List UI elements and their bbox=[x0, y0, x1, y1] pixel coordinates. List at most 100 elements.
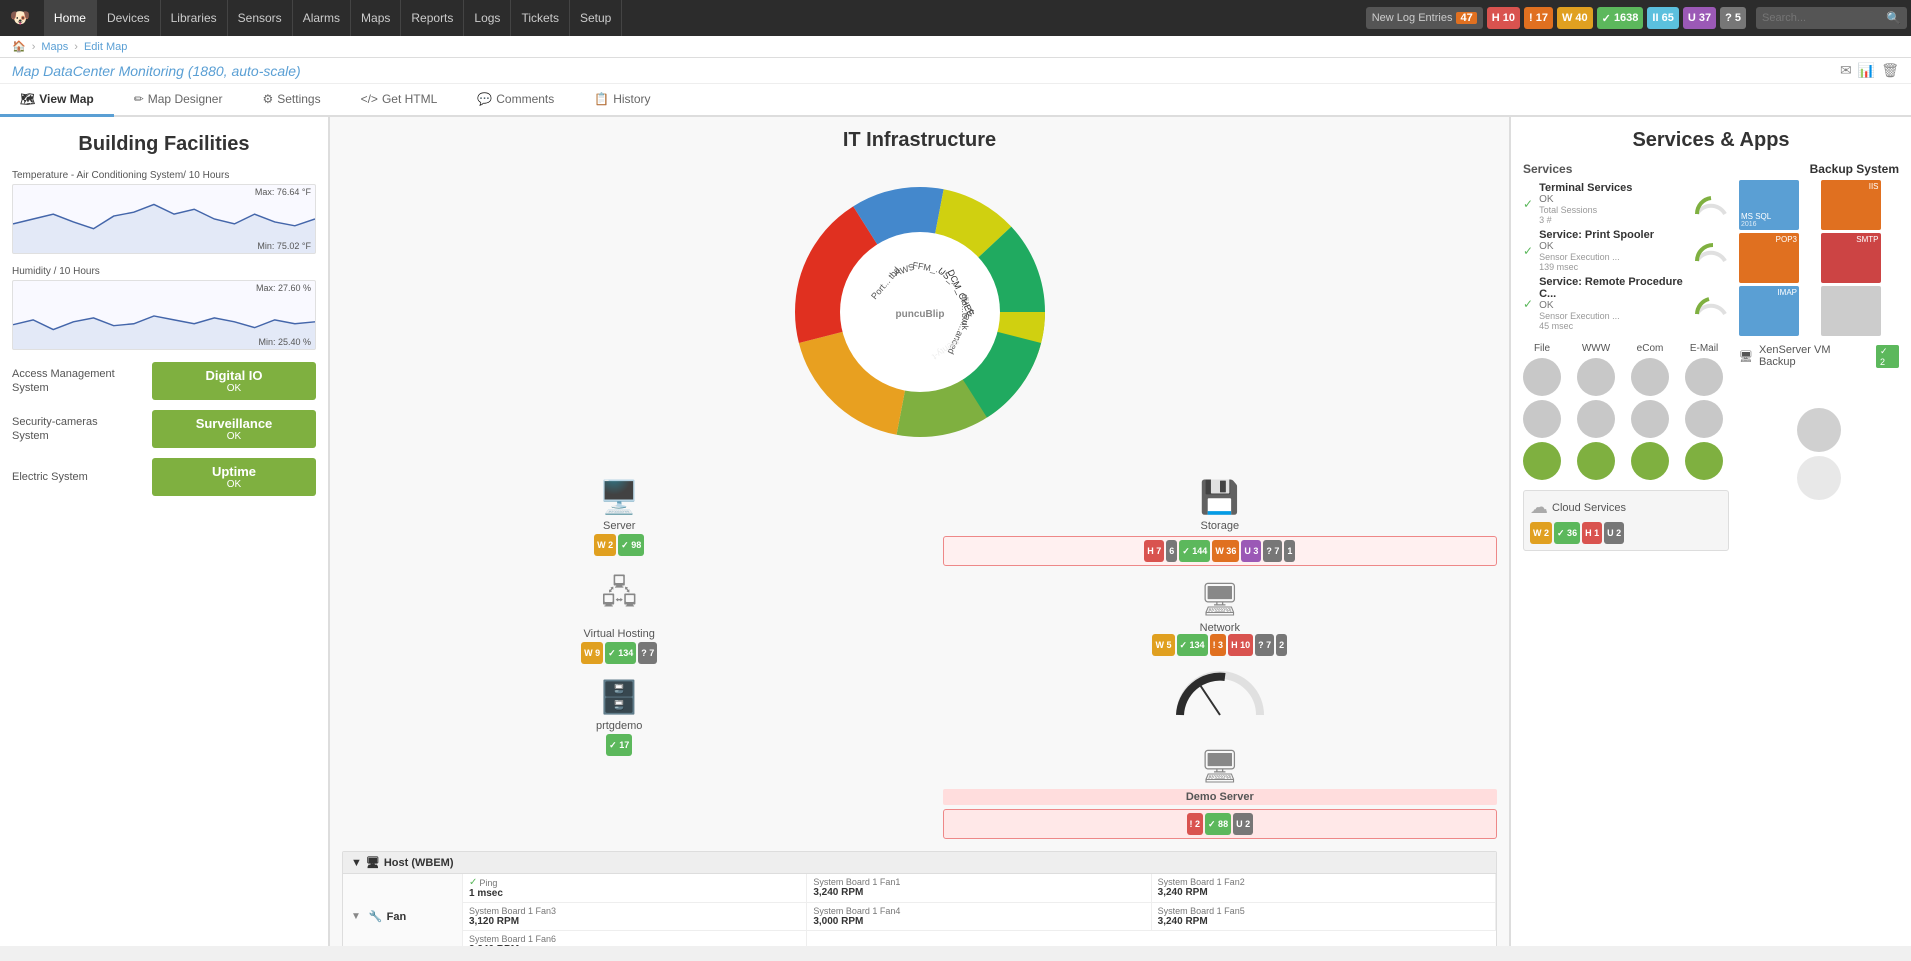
server-badge-w[interactable]: W 2 bbox=[594, 534, 616, 556]
nav-libraries[interactable]: Libraries bbox=[161, 0, 228, 36]
breadcrumb-edit-map[interactable]: Edit Map bbox=[84, 41, 127, 53]
facility-electric-btn[interactable]: Uptime OK bbox=[152, 458, 316, 496]
search-icon[interactable]: 🔍 bbox=[1886, 11, 1901, 25]
logo-icon: 🐶 bbox=[4, 8, 36, 28]
search-input[interactable] bbox=[1762, 12, 1882, 24]
server-badge-ok[interactable]: ✓ 98 bbox=[618, 534, 644, 556]
prtgdemo-badge-ok[interactable]: ✓ 17 bbox=[606, 734, 632, 756]
right-panel: Services & Apps Services ✓ Terminal Serv… bbox=[1511, 117, 1911, 946]
badge-w[interactable]: W 40 bbox=[1557, 7, 1593, 29]
host-collapse-icon[interactable]: ▼ bbox=[351, 857, 362, 869]
tab-map-designer[interactable]: ✏ Map Designer bbox=[114, 84, 243, 117]
tab-comments[interactable]: 💬 Comments bbox=[457, 84, 574, 117]
delete-icon[interactable]: 🗑 bbox=[1881, 62, 1899, 79]
email-extra-circles bbox=[1739, 408, 1899, 500]
badge-e[interactable]: ! 17 bbox=[1524, 7, 1553, 29]
tab-settings[interactable]: ⚙ Settings bbox=[242, 84, 340, 117]
vh-badge-w[interactable]: W 9 bbox=[581, 642, 603, 664]
nav-logs[interactable]: Logs bbox=[464, 0, 511, 36]
network-badges: W 5 ✓ 134 ! 3 H 10 ? 7 2 bbox=[943, 634, 1497, 656]
demo-badge-ok[interactable]: ✓ 88 bbox=[1205, 813, 1231, 835]
cloud-badge-u[interactable]: U 2 bbox=[1604, 522, 1624, 544]
email-icon[interactable]: ✉ bbox=[1840, 62, 1852, 79]
facility-access-btn[interactable]: Digital IO OK bbox=[152, 362, 316, 400]
nav-reports[interactable]: Reports bbox=[401, 0, 464, 36]
badge-p-count: 65 bbox=[1662, 12, 1674, 24]
nav-sensors[interactable]: Sensors bbox=[228, 0, 293, 36]
service-terminal-info: Terminal Services OK Total Sessions 3 # bbox=[1539, 182, 1687, 225]
vh-badge-q[interactable]: ? 7 bbox=[638, 642, 657, 664]
new-log-entries-label: New Log Entries bbox=[1372, 12, 1453, 24]
fan-cell-6: System Board 1 Fan6 3,240 RPM bbox=[463, 931, 807, 946]
facility-security-btn[interactable]: Surveillance OK bbox=[152, 410, 316, 448]
storage-badge-w[interactable]: W 36 bbox=[1212, 540, 1239, 562]
file-circle-2 bbox=[1523, 400, 1561, 438]
fan-cell-3: System Board 1 Fan3 3,120 RPM bbox=[463, 903, 807, 931]
storage-badge-1[interactable]: 1 bbox=[1284, 540, 1295, 562]
badge-w-icon: W bbox=[1562, 12, 1572, 24]
circles-email: E-Mail bbox=[1685, 343, 1723, 480]
tab-view-map[interactable]: 🗺 View Map bbox=[0, 84, 114, 117]
search-box[interactable]: 🔍 bbox=[1756, 7, 1907, 29]
nav-alarms[interactable]: Alarms bbox=[293, 0, 351, 36]
net-badge-ok[interactable]: ✓ 134 bbox=[1177, 634, 1208, 656]
fan-cell-2: System Board 1 Fan2 3,240 RPM bbox=[1152, 874, 1496, 903]
left-panel-title: Building Facilities bbox=[12, 133, 316, 156]
cloud-badge-ok[interactable]: ✓ 36 bbox=[1554, 522, 1580, 544]
net-badge-q[interactable]: ? 7 bbox=[1255, 634, 1274, 656]
host-header: ▼ 🖥 Host (WBEM) bbox=[343, 852, 1496, 874]
mssql-label: MS SQL bbox=[1741, 212, 1797, 221]
breadcrumb-maps[interactable]: Maps bbox=[41, 41, 68, 53]
nav-maps[interactable]: Maps bbox=[351, 0, 401, 36]
badge-ok[interactable]: ✓ 1638 bbox=[1597, 7, 1644, 29]
main-content: Building Facilities Temperature - Air Co… bbox=[0, 117, 1911, 946]
nav-tickets[interactable]: Tickets bbox=[511, 0, 570, 36]
fan-collapse[interactable]: ▼ bbox=[351, 911, 361, 922]
badge-ok-count: 1638 bbox=[1614, 12, 1638, 24]
home-icon[interactable]: 🏠 bbox=[12, 40, 26, 53]
net-badge-e[interactable]: ! 3 bbox=[1210, 634, 1227, 656]
humidity-chart-area: Max: 27.60 % Min: 25.40 % bbox=[12, 280, 316, 350]
block-iis: IIS bbox=[1821, 180, 1881, 230]
storage-badge-ok[interactable]: ✓ 144 bbox=[1179, 540, 1210, 562]
nav-devices[interactable]: Devices bbox=[97, 0, 161, 36]
circles-file: File bbox=[1523, 343, 1561, 480]
badge-q[interactable]: ? 5 bbox=[1720, 7, 1746, 29]
demo-badge-e[interactable]: ! 2 bbox=[1187, 813, 1204, 835]
badge-u-icon: U bbox=[1688, 12, 1696, 24]
badge-u[interactable]: U 37 bbox=[1683, 7, 1716, 29]
service-cols: File WWW eCom bbox=[1523, 343, 1729, 480]
demo-server-badges: ! 2 ✓ 88 U 2 bbox=[943, 809, 1497, 839]
nav-setup[interactable]: Setup bbox=[570, 0, 622, 36]
vh-badge-ok[interactable]: ✓ 134 bbox=[605, 642, 636, 664]
net-badge-w[interactable]: W 5 bbox=[1152, 634, 1174, 656]
tab-history[interactable]: 📋 History bbox=[574, 84, 670, 117]
terminal-gauge bbox=[1693, 186, 1729, 222]
settings-icon: ⚙ bbox=[262, 92, 273, 106]
badge-h[interactable]: H 10 bbox=[1487, 7, 1520, 29]
facility-access: Access ManagementSystem Digital IO OK bbox=[12, 362, 316, 400]
cloud-badge-w[interactable]: W 2 bbox=[1530, 522, 1552, 544]
storage-badge-h[interactable]: H 7 bbox=[1144, 540, 1164, 562]
new-log-entries-badge[interactable]: New Log Entries 47 bbox=[1366, 7, 1483, 29]
xen-item: 🖥 XenServer VM Backup ✓ 2 bbox=[1739, 344, 1899, 368]
it-items-grid: 🖥️ Server W 2 ✓ 98 🖧 Virtual Hosting W 9… bbox=[342, 478, 1497, 839]
temp-chart-label: Temperature - Air Conditioning System/ 1… bbox=[12, 170, 316, 181]
fan-cell-5: System Board 1 Fan5 3,240 RPM bbox=[1152, 903, 1496, 931]
facility-security: Security-camerasSystem Surveillance OK bbox=[12, 410, 316, 448]
badge-p[interactable]: II 65 bbox=[1647, 7, 1678, 29]
storage-badge-u[interactable]: U 3 bbox=[1241, 540, 1261, 562]
cloud-badge-h[interactable]: H 1 bbox=[1582, 522, 1602, 544]
storage-badge-6[interactable]: 6 bbox=[1166, 540, 1177, 562]
virtual-hosting-icon: 🖧 bbox=[342, 570, 896, 624]
net-badge-h[interactable]: H 10 bbox=[1228, 634, 1253, 656]
nav-home[interactable]: Home bbox=[44, 0, 97, 36]
demo-badge-u[interactable]: U 2 bbox=[1233, 813, 1253, 835]
host-icon: 🖥 bbox=[366, 856, 380, 869]
chart-icon[interactable]: 📊 bbox=[1858, 62, 1875, 79]
net-badge-2[interactable]: 2 bbox=[1276, 634, 1287, 656]
storage-badge-q[interactable]: ? 7 bbox=[1263, 540, 1282, 562]
facility-electric: Electric System Uptime OK bbox=[12, 458, 316, 496]
tab-get-html[interactable]: </> Get HTML bbox=[341, 84, 458, 117]
prtgdemo-icon: 🗄️ bbox=[342, 678, 896, 716]
